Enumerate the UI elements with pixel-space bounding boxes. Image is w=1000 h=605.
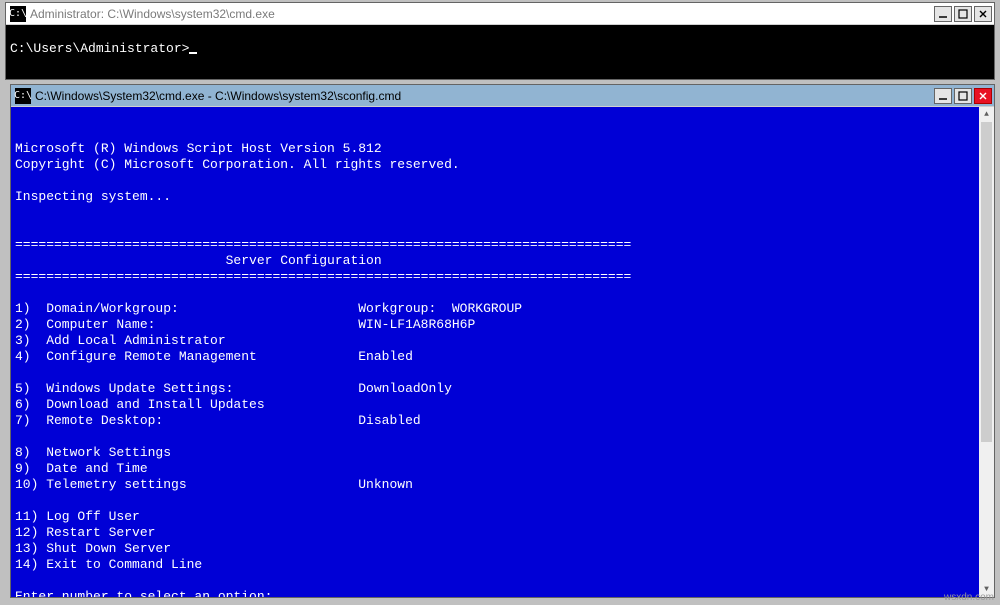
window-controls (934, 6, 992, 22)
input-prompt: Enter number to select an option: (15, 589, 272, 597)
sconfig-window: C:\ C:\Windows\System32\cmd.exe - C:\Win… (10, 84, 995, 598)
script-host-line: Microsoft (R) Windows Script Host Versio… (15, 141, 382, 156)
window-controls (934, 88, 992, 104)
divider: ========================================… (15, 237, 631, 252)
prompt: C:\Users\Administrator> (10, 41, 189, 56)
scroll-thumb[interactable] (981, 122, 992, 442)
menu-options: 1) Domain/Workgroup: Workgroup: WORKGROU… (15, 301, 522, 572)
terminal-output[interactable]: ▲ ▼ Microsoft (R) Windows Script Host Ve… (11, 107, 994, 597)
cmd-icon: C:\ (15, 88, 31, 104)
watermark: wsxdn.com (944, 592, 994, 603)
window-title: Administrator: C:\Windows\system32\cmd.e… (30, 7, 934, 21)
inspecting-line: Inspecting system... (15, 189, 171, 204)
cursor (189, 52, 197, 54)
cmd-window-admin: C:\ Administrator: C:\Windows\system32\c… (5, 2, 995, 80)
titlebar[interactable]: C:\ C:\Windows\System32\cmd.exe - C:\Win… (11, 85, 994, 107)
maximize-button[interactable] (954, 88, 972, 104)
scroll-track[interactable] (979, 122, 994, 582)
titlebar[interactable]: C:\ Administrator: C:\Windows\system32\c… (6, 3, 994, 25)
section-title: Server Configuration (15, 253, 382, 268)
minimize-button[interactable] (934, 88, 952, 104)
window-title: C:\Windows\System32\cmd.exe - C:\Windows… (35, 89, 934, 103)
divider: ========================================… (15, 269, 631, 284)
scrollbar[interactable]: ▲ ▼ (979, 107, 994, 597)
close-button[interactable] (974, 6, 992, 22)
cmd-icon: C:\ (10, 6, 26, 22)
copyright-line: Copyright (C) Microsoft Corporation. All… (15, 157, 460, 172)
maximize-button[interactable] (954, 6, 972, 22)
scroll-up-button[interactable]: ▲ (979, 107, 994, 122)
terminal-output[interactable]: C:\Users\Administrator> (6, 25, 994, 79)
close-button[interactable] (974, 88, 992, 104)
minimize-button[interactable] (934, 6, 952, 22)
